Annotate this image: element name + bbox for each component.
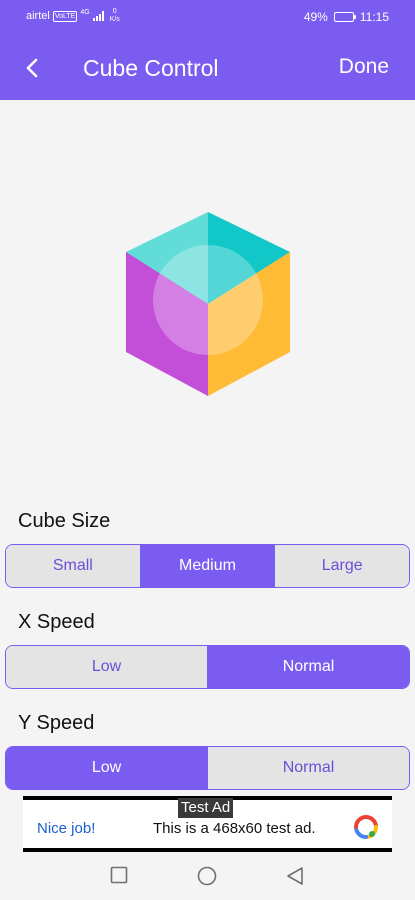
cube-preview (0, 100, 415, 500)
x-speed-label: X Speed (18, 611, 95, 633)
ad-banner[interactable]: Test Ad Nice job! This is a 468x60 test … (23, 796, 392, 852)
back-button[interactable] (18, 54, 46, 82)
y-speed-normal-button[interactable]: Normal (207, 747, 409, 789)
ad-headline: Nice job! (37, 820, 96, 837)
x-speed-selector: Low Normal (5, 645, 410, 689)
x-speed-normal-button[interactable]: Normal (207, 646, 409, 688)
system-nav-bar (0, 852, 415, 900)
page-title: Cube Control (83, 55, 219, 81)
status-right: 49% 11:15 (304, 10, 389, 24)
network-speed: 0 K/s (110, 8, 120, 24)
clock: 11:15 (359, 10, 389, 24)
y-speed-low-button[interactable]: Low (6, 747, 207, 789)
cube-size-small-button[interactable]: Small (6, 545, 140, 587)
cube-size-medium-button[interactable]: Medium (139, 545, 275, 587)
network-type: 4G (80, 8, 90, 16)
app-bar: Cube Control Done (0, 36, 415, 100)
volte-badge: VoLTE (52, 10, 78, 22)
signal-icon (92, 11, 104, 21)
chevron-left-icon (26, 58, 38, 78)
square-icon[interactable] (110, 866, 128, 884)
cube-size-selector: Small Medium Large (5, 544, 410, 588)
cube-illustration (126, 212, 290, 396)
done-button[interactable]: Done (339, 55, 389, 79)
triangle-back-icon[interactable] (286, 866, 304, 886)
x-speed-low-button[interactable]: Low (6, 646, 207, 688)
cube-size-label: Cube Size (18, 510, 111, 532)
ad-tag: Test Ad (178, 798, 234, 818)
speed-value: 0 (112, 8, 117, 15)
carrier-name: airtel (26, 10, 50, 22)
status-left: airtel VoLTE 4G 0 K/s (26, 8, 120, 24)
cube-center-circle (153, 245, 263, 355)
status-bar: airtel VoLTE 4G 0 K/s 49% 11:15 (0, 0, 415, 36)
ad-logo-icon (354, 815, 378, 839)
y-speed-label: Y Speed (18, 712, 95, 734)
cube-size-large-button[interactable]: Large (274, 545, 409, 587)
circle-icon[interactable] (197, 866, 217, 886)
speed-unit: K/s (109, 16, 120, 23)
y-speed-selector: Low Normal (5, 746, 410, 790)
battery-percent: 49% (303, 10, 328, 24)
ad-body-text: This is a 468x60 test ad. (153, 820, 316, 837)
battery-icon (333, 12, 356, 22)
